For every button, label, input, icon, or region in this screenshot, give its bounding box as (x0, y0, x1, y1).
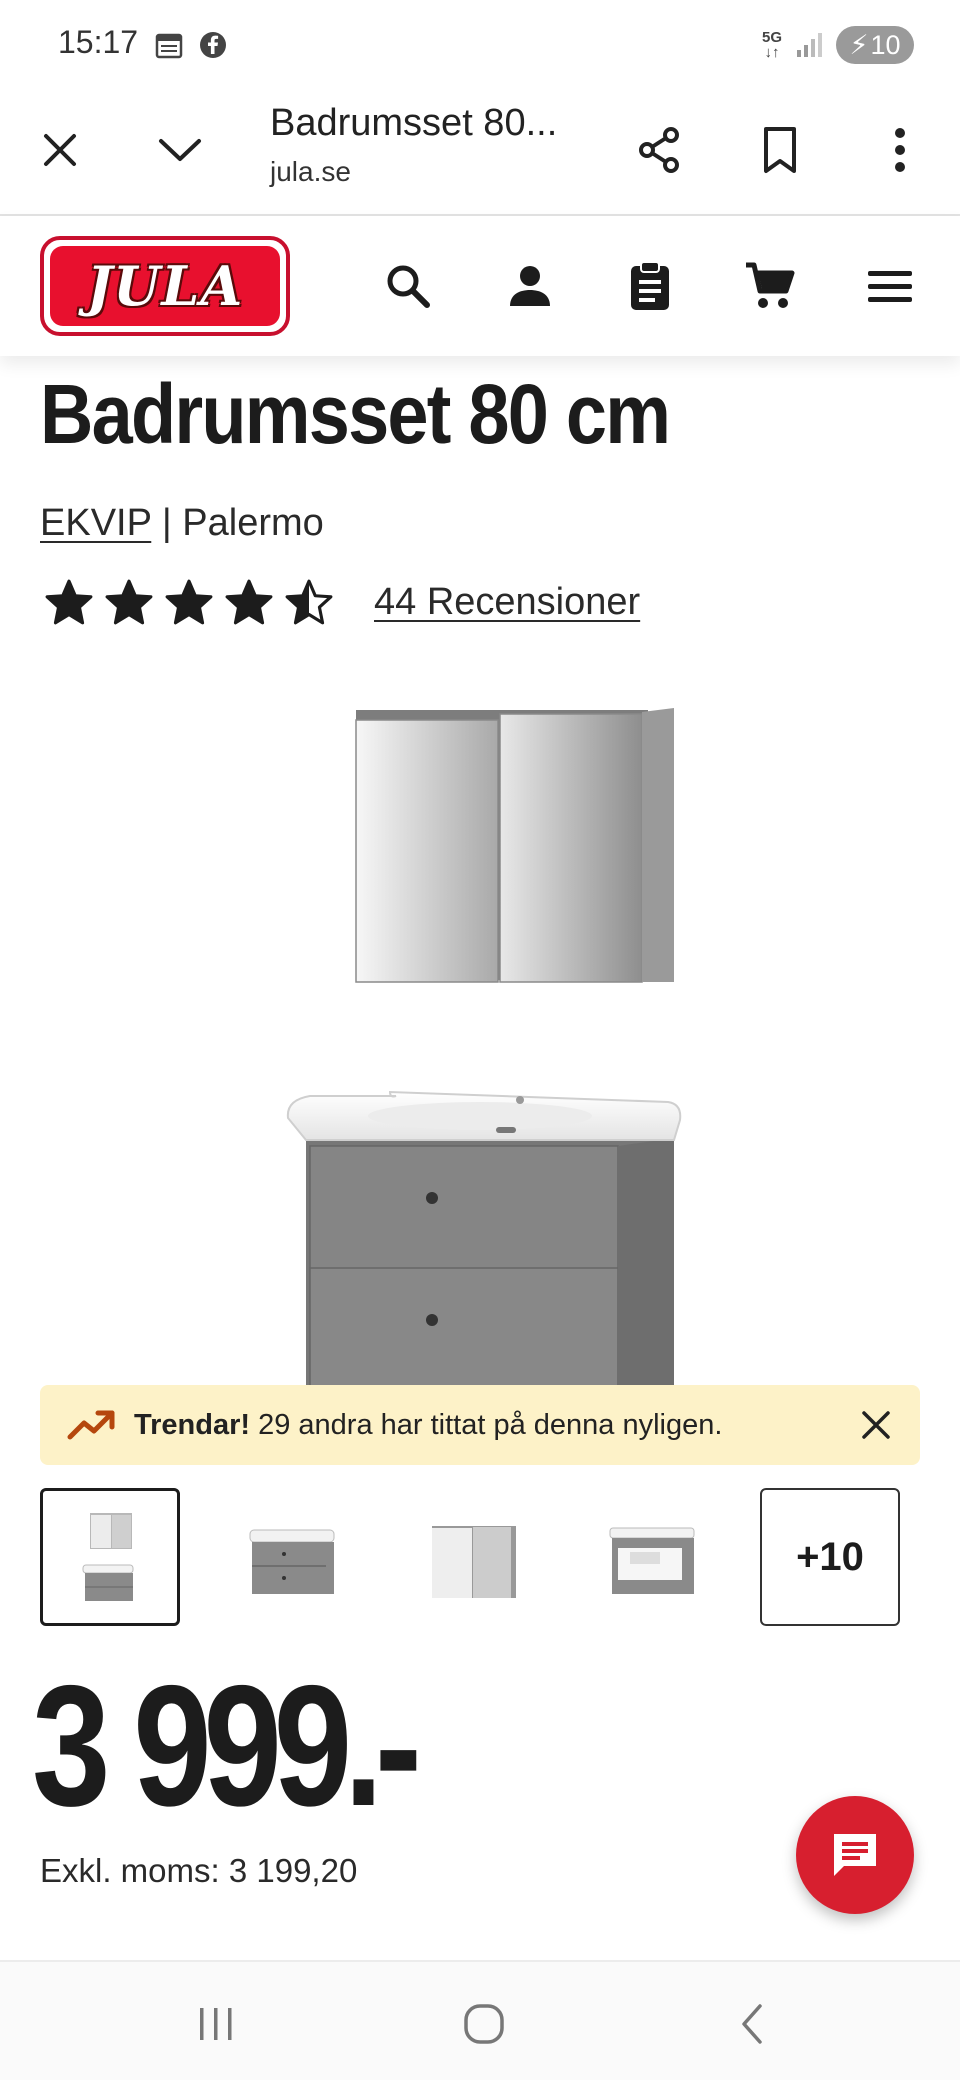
product-title: Badrumsset 80 cm (40, 367, 671, 461)
thumbnail-mirror[interactable] (400, 1488, 540, 1626)
thumbnail-interior[interactable] (580, 1488, 720, 1626)
more-vert-icon[interactable] (874, 124, 926, 176)
site-header: JULA (0, 216, 960, 356)
trending-up-icon (67, 1410, 115, 1440)
account-icon[interactable] (502, 258, 558, 314)
signal-icon (797, 33, 822, 57)
page-title[interactable]: Badrumsset 80... (270, 102, 557, 145)
thumbnail-vanity[interactable] (220, 1488, 360, 1626)
battery-level: 10 (870, 29, 901, 60)
page-domain[interactable]: jula.se (270, 156, 351, 188)
chat-icon (834, 1834, 876, 1876)
star-rating (44, 578, 334, 626)
brand-link[interactable]: EKVIP (40, 502, 151, 544)
calendar-icon (155, 33, 183, 59)
menu-icon[interactable] (862, 258, 918, 314)
trending-banner: Trendar! 29 andra har tittat på denna ny… (40, 1385, 920, 1465)
trending-text: Trendar! 29 andra har tittat på denna ny… (134, 1409, 722, 1442)
price-excl-vat: Exkl. moms: 3 199,20 (40, 1852, 358, 1889)
jula-logo[interactable]: JULA (40, 236, 290, 336)
shopping-list-icon[interactable] (622, 258, 678, 314)
product-series: Palermo (182, 502, 324, 544)
close-banner-icon[interactable] (854, 1403, 898, 1447)
star-full-icon (105, 579, 153, 625)
back-icon[interactable] (722, 1996, 782, 2052)
star-half-icon (285, 579, 333, 625)
browser-toolbar: Badrumsset 80... jula.se (0, 88, 960, 216)
logo-badge: JULA (50, 246, 280, 326)
search-icon[interactable] (380, 258, 436, 314)
recents-icon[interactable] (186, 1996, 246, 2052)
status-notification-icons (154, 30, 228, 60)
image-thumbnails: +10 (40, 1488, 900, 1626)
chevron-down-icon[interactable] (154, 124, 206, 176)
brand-line: EKVIP | Palermo (40, 502, 324, 545)
star-full-icon (45, 579, 93, 625)
product-image[interactable] (270, 700, 710, 1400)
mirror-cabinet (355, 708, 674, 983)
chat-button[interactable] (796, 1796, 914, 1914)
star-full-icon (165, 579, 213, 625)
cart-icon[interactable] (742, 258, 798, 314)
battery-indicator: ⚡ 10 (836, 26, 914, 64)
price: 3 999.- (32, 1650, 422, 1842)
brand-separator: | (161, 502, 172, 544)
thumbnail-set[interactable] (40, 1488, 180, 1626)
more-images-button[interactable]: +10 (760, 1488, 900, 1626)
vanity-unit (286, 1090, 682, 1400)
trending-message: 29 andra har tittat på denna nyligen. (250, 1408, 723, 1441)
status-system-icons: 5G ↓↑ ⚡ 10 (762, 26, 914, 64)
status-bar: 15:17 5G ↓↑ ⚡ 10 (0, 0, 960, 88)
trending-label: Trendar! (134, 1408, 251, 1441)
system-nav-bar (0, 1960, 960, 2080)
share-icon[interactable] (634, 124, 686, 176)
battery-charging-icon: ⚡ (849, 29, 869, 60)
network-indicator: 5G ↓↑ (761, 29, 782, 61)
rating-row: 44 Recensioner (44, 578, 640, 626)
close-icon[interactable] (34, 124, 86, 176)
status-time: 15:17 (58, 24, 139, 60)
bookmark-icon[interactable] (754, 124, 806, 176)
facebook-icon (200, 32, 226, 58)
logo-text: JULA (86, 254, 244, 318)
reviews-link[interactable]: 44 Recensioner (374, 581, 640, 624)
home-icon[interactable] (454, 1996, 514, 2052)
star-full-icon (225, 579, 273, 625)
